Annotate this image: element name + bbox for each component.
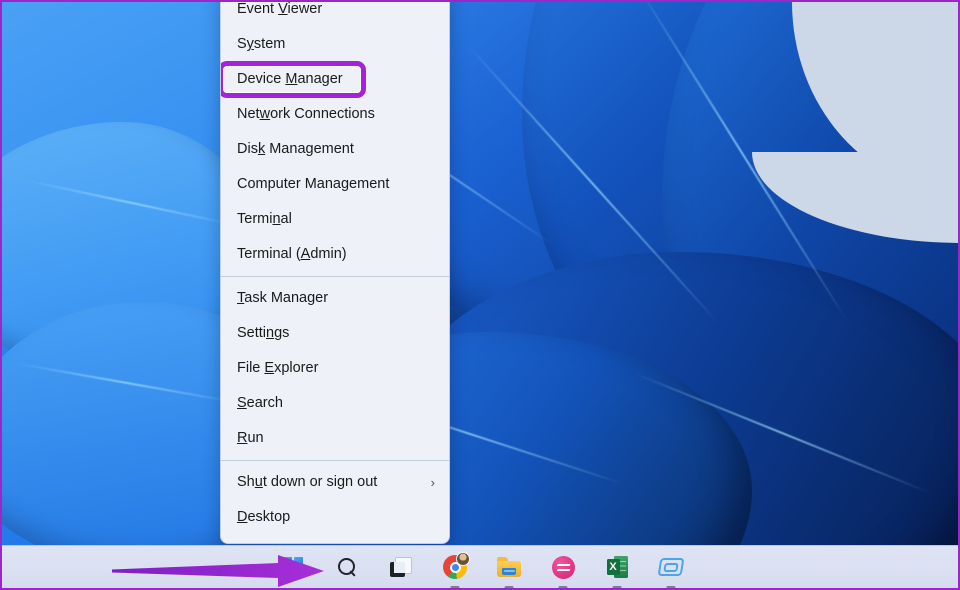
task-view-icon bbox=[390, 557, 412, 577]
menu-separator bbox=[221, 276, 449, 277]
menu-item-label: Terminal (Admin) bbox=[237, 237, 437, 272]
running-indicator bbox=[667, 586, 676, 589]
menu-item-label: Terminal bbox=[237, 202, 437, 237]
search-button[interactable] bbox=[332, 552, 362, 582]
chevron-right-icon: › bbox=[431, 465, 437, 500]
menu-item-search[interactable]: Search bbox=[221, 386, 449, 421]
screen: Event ViewerSystemDevice ManagerNetwork … bbox=[0, 0, 960, 590]
excel-glyph: X bbox=[607, 559, 620, 575]
menu-item-label: Network Connections bbox=[237, 97, 437, 132]
menu-item-label: Disk Management bbox=[237, 132, 437, 167]
lightshot-button[interactable] bbox=[548, 552, 578, 582]
desktop-wallpaper[interactable] bbox=[2, 2, 960, 550]
excel-icon: X bbox=[607, 556, 628, 578]
task-view-button[interactable] bbox=[386, 552, 416, 582]
running-indicator bbox=[505, 586, 514, 589]
pink-arrows-icon bbox=[552, 556, 575, 579]
menu-item-computer-management[interactable]: Computer Management bbox=[221, 167, 449, 202]
menu-item-label: Settings bbox=[237, 316, 437, 351]
menu-item-task-manager[interactable]: Task Manager bbox=[221, 281, 449, 316]
menu-item-device-manager[interactable]: Device Manager bbox=[221, 62, 449, 97]
teal-app-button[interactable] bbox=[656, 552, 686, 582]
menu-item-label: Device Manager bbox=[237, 62, 437, 97]
menu-item-desktop[interactable]: Desktop bbox=[221, 500, 449, 535]
teal-frame-icon bbox=[659, 558, 683, 576]
start-button[interactable] bbox=[278, 552, 308, 582]
excel-button[interactable]: X bbox=[602, 552, 632, 582]
avatar bbox=[456, 552, 470, 566]
running-indicator bbox=[613, 586, 622, 589]
menu-item-label: Event Viewer bbox=[237, 0, 437, 27]
menu-item-file-explorer[interactable]: File Explorer bbox=[221, 351, 449, 386]
menu-item-label: Search bbox=[237, 386, 437, 421]
taskbar[interactable]: X bbox=[2, 545, 960, 588]
menu-item-shut-down-or-sign-out[interactable]: Shut down or sign out› bbox=[221, 465, 449, 500]
menu-item-event-viewer[interactable]: Event Viewer bbox=[221, 0, 449, 27]
chrome-icon bbox=[443, 555, 467, 579]
menu-item-network-connections[interactable]: Network Connections bbox=[221, 97, 449, 132]
menu-item-label: Shut down or sign out bbox=[237, 465, 431, 500]
running-indicator bbox=[559, 586, 568, 589]
menu-item-label: Desktop bbox=[237, 500, 437, 535]
menu-item-label: File Explorer bbox=[237, 351, 437, 386]
menu-item-terminal[interactable]: Terminal bbox=[221, 202, 449, 237]
menu-item-settings[interactable]: Settings bbox=[221, 316, 449, 351]
windows-logo-icon bbox=[283, 557, 303, 577]
file-explorer-button[interactable] bbox=[494, 552, 524, 582]
menu-item-label: Run bbox=[237, 421, 437, 456]
menu-item-disk-management[interactable]: Disk Management bbox=[221, 132, 449, 167]
menu-separator bbox=[221, 460, 449, 461]
menu-item-run[interactable]: Run bbox=[221, 421, 449, 456]
menu-item-terminal-admin[interactable]: Terminal (Admin) bbox=[221, 237, 449, 272]
chrome-button[interactable] bbox=[440, 552, 470, 582]
folder-icon bbox=[497, 557, 521, 577]
search-icon bbox=[337, 557, 357, 577]
win-x-power-user-menu[interactable]: Event ViewerSystemDevice ManagerNetwork … bbox=[220, 0, 450, 544]
menu-item-system[interactable]: System bbox=[221, 27, 449, 62]
menu-item-label: System bbox=[237, 27, 437, 62]
menu-item-label: Computer Management bbox=[237, 167, 437, 202]
running-indicator bbox=[451, 586, 460, 589]
menu-item-label: Task Manager bbox=[237, 281, 437, 316]
